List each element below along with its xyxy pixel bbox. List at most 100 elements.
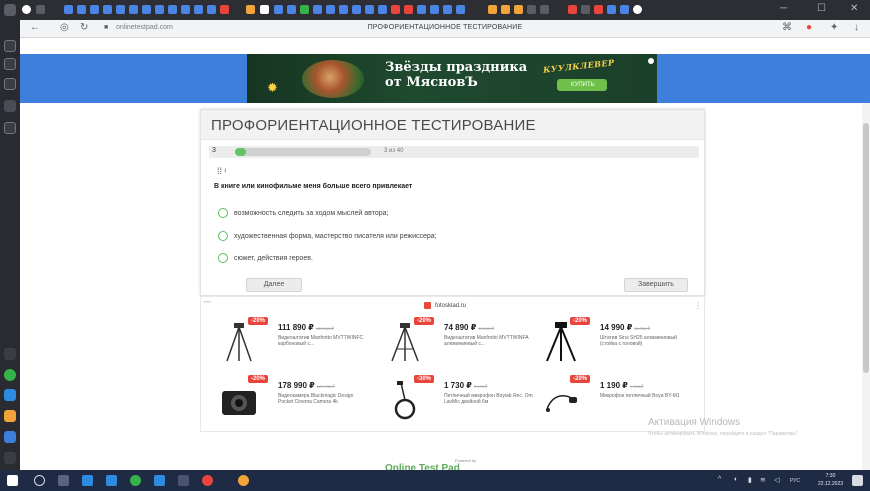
tab-icon[interactable] [568, 5, 577, 14]
answer-option[interactable]: возможность следить за ходом мыслей авто… [218, 207, 388, 219]
tab-icon[interactable] [220, 5, 229, 14]
messenger-icon[interactable] [4, 389, 16, 401]
banner-ad[interactable]: ✹ Звёзды праздника от МясновЪ КУУЛКЛЕВЕР… [247, 54, 657, 103]
more-icon[interactable] [4, 452, 16, 464]
tab-icon[interactable] [352, 5, 361, 14]
tab-icon[interactable] [116, 5, 125, 14]
answer-option[interactable]: сюжет, действия героев. [218, 252, 313, 264]
tab-icon[interactable] [527, 5, 536, 14]
finish-button[interactable]: Завершить [624, 278, 688, 292]
tab-icon[interactable] [155, 5, 164, 14]
tab-icon[interactable] [300, 5, 309, 14]
music-icon[interactable] [4, 410, 16, 422]
clock[interactable]: 7:30 22.12.2023 [818, 472, 843, 488]
tab-icon[interactable] [594, 5, 603, 14]
tab-icon[interactable] [181, 5, 190, 14]
notifications-icon[interactable] [852, 475, 863, 486]
app-icon[interactable] [178, 475, 189, 486]
tab-icon[interactable] [501, 5, 510, 14]
tab-icon[interactable] [581, 5, 590, 14]
tab-icon[interactable] [404, 5, 413, 14]
tab-icon[interactable] [607, 5, 616, 14]
new-tab-icon[interactable] [633, 5, 642, 14]
word-icon[interactable] [154, 475, 165, 486]
extension-icon[interactable]: ● [806, 22, 812, 33]
close-icon[interactable]: ✕ [850, 3, 858, 14]
volume-icon[interactable]: ◁ [774, 476, 779, 484]
tab-icon[interactable] [456, 5, 465, 14]
downloads-icon[interactable] [4, 78, 16, 90]
tab-icon[interactable] [620, 5, 629, 14]
chrome-icon[interactable] [130, 475, 141, 486]
language-indicator[interactable]: РУС [790, 478, 800, 484]
tab-icon[interactable] [391, 5, 400, 14]
firefox-icon[interactable] [238, 475, 249, 486]
extensions-icon[interactable]: ✦ [830, 22, 838, 33]
active-tab-icon[interactable] [260, 5, 269, 14]
tab-icon[interactable] [103, 5, 112, 14]
tab-icon[interactable] [129, 5, 138, 14]
whatsapp-icon[interactable] [4, 369, 16, 381]
download-icon[interactable]: ↓ [854, 22, 859, 33]
tab-icon[interactable] [274, 5, 283, 14]
product-card[interactable]: -20% 74 890 ₽93 613 ₽ Видеоштатив Manfro… [381, 317, 541, 369]
tab-icon[interactable] [540, 5, 549, 14]
product-card[interactable]: -20% 14 990 ₽18 738 ₽ Штатив Sirui SH25 … [537, 317, 697, 369]
tab-icon[interactable] [168, 5, 177, 14]
answer-option[interactable]: художественная форма, мастерство писател… [218, 230, 437, 242]
tab-icon[interactable] [246, 5, 255, 14]
tab-icon[interactable] [326, 5, 335, 14]
bookmark-icon[interactable]: ⌘ [782, 22, 792, 33]
minimize-icon[interactable]: ─ [780, 3, 787, 14]
menu-icon[interactable] [4, 4, 16, 16]
kebab-menu-icon[interactable]: ⋮ [694, 301, 702, 310]
tab-icon[interactable] [417, 5, 426, 14]
tab-icon[interactable] [430, 5, 439, 14]
next-button[interactable]: Далее [246, 278, 302, 292]
tab-icon[interactable] [339, 5, 348, 14]
tab-icon[interactable] [443, 5, 452, 14]
product-card[interactable]: -30% 1 730 ₽2 470 ₽ Петличный микрофон B… [381, 375, 541, 427]
tab-icon[interactable] [313, 5, 322, 14]
tab-icon[interactable] [378, 5, 387, 14]
banner-buy-button[interactable]: КУПИТЬ [557, 79, 607, 91]
yandex-icon[interactable] [202, 475, 213, 486]
notes-icon[interactable] [4, 122, 16, 134]
panel-icon[interactable] [4, 100, 16, 112]
ad-info-icon[interactable] [648, 58, 654, 64]
maximize-icon[interactable]: ☐ [817, 3, 826, 14]
scrollbar-thumb[interactable] [863, 123, 869, 373]
product-card[interactable]: -20% 178 990 ₽223 738 ₽ Видеокамера Blac… [215, 375, 375, 427]
radio-button[interactable] [218, 208, 228, 218]
wifi-icon[interactable]: ≋ [760, 476, 766, 484]
tab-icon[interactable] [287, 5, 296, 14]
search-icon[interactable] [34, 475, 45, 486]
start-icon[interactable] [7, 475, 18, 486]
tab-icon[interactable] [77, 5, 86, 14]
tab-icon[interactable] [365, 5, 374, 14]
bookmarks-icon[interactable] [4, 58, 16, 70]
network-icon[interactable]: ◐ [734, 476, 738, 483]
radio-button[interactable] [218, 253, 228, 263]
files-icon[interactable] [82, 475, 93, 486]
radio-button[interactable] [218, 231, 228, 241]
tab-icon[interactable] [207, 5, 216, 14]
history-icon[interactable] [4, 40, 16, 52]
product-card[interactable]: -20% 111 890 ₽139 863 ₽ Видеоштатив Manf… [215, 317, 375, 369]
add-panel-icon[interactable] [4, 348, 16, 360]
tab-icon[interactable] [488, 5, 497, 14]
browser-logo-icon[interactable] [22, 5, 31, 14]
vk-icon[interactable] [4, 431, 16, 443]
tab-icon[interactable] [514, 5, 523, 14]
mail-icon[interactable] [106, 475, 117, 486]
task-view-icon[interactable] [58, 475, 69, 486]
tab-icon[interactable] [142, 5, 151, 14]
tab-icon[interactable] [194, 5, 203, 14]
tab-icon[interactable] [64, 5, 73, 14]
tray-arrow-icon[interactable]: ^ [718, 476, 721, 483]
tab-icon[interactable] [90, 5, 99, 14]
shop-header[interactable]: fotosklad.ru [424, 302, 466, 309]
scrollbar[interactable] [862, 103, 870, 470]
battery-icon[interactable]: ▮ [748, 476, 752, 484]
tab-icon[interactable] [36, 5, 45, 14]
